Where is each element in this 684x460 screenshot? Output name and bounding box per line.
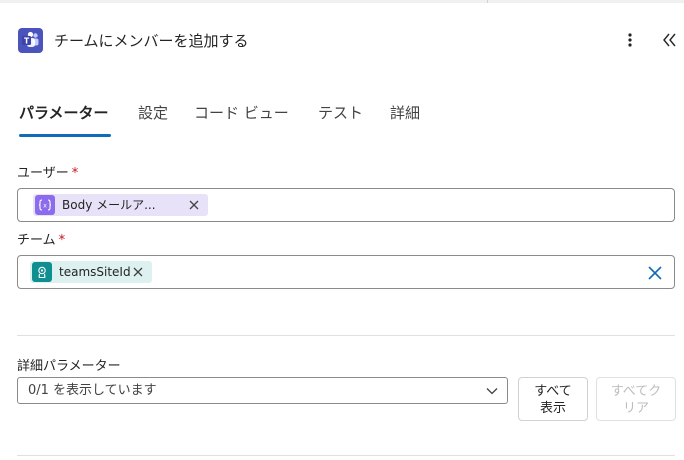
tab-parameters[interactable]: パラメーター bbox=[19, 102, 109, 124]
top-border bbox=[0, 0, 684, 3]
advanced-parameters-select[interactable]: 0/1 を表示しています bbox=[17, 377, 508, 404]
section-divider bbox=[17, 335, 675, 336]
active-tab-indicator bbox=[19, 134, 111, 137]
required-mark: * bbox=[58, 233, 66, 248]
action-title: チームにメンバーを追加する bbox=[54, 32, 249, 50]
remove-token-icon[interactable] bbox=[131, 265, 145, 279]
bottom-divider bbox=[17, 455, 675, 456]
action-header: T チームにメンバーを追加する bbox=[0, 24, 684, 58]
tab-details[interactable]: 詳細 bbox=[390, 102, 420, 124]
teams-icon: T bbox=[18, 28, 43, 53]
teams-site-icon bbox=[32, 262, 52, 282]
user-token[interactable]: x Body メールア... bbox=[33, 194, 208, 216]
tab-settings[interactable]: 設定 bbox=[138, 102, 168, 124]
collapse-panel-button[interactable] bbox=[659, 29, 681, 51]
required-mark: * bbox=[71, 166, 79, 181]
user-field-label: ユーザー * bbox=[17, 166, 79, 181]
tab-test[interactable]: テスト bbox=[318, 102, 363, 124]
double-chevron-left-icon bbox=[663, 33, 676, 47]
show-all-button[interactable]: すべて 表示 bbox=[518, 377, 588, 421]
advanced-parameters-label: 詳細パラメーター bbox=[17, 359, 121, 374]
advanced-parameters-value: 0/1 を表示しています bbox=[28, 383, 157, 398]
expression-icon: x bbox=[35, 195, 55, 215]
user-field[interactable]: x Body メールア... bbox=[17, 188, 675, 222]
svg-text:T: T bbox=[24, 37, 30, 46]
svg-text:x: x bbox=[43, 203, 47, 210]
clear-field-icon[interactable] bbox=[646, 264, 664, 282]
tab-code-view[interactable]: コード ビュー bbox=[194, 102, 289, 124]
tab-bar: パラメーター 設定 コード ビュー テスト 詳細 bbox=[0, 100, 684, 140]
user-token-label: Body メールア... bbox=[62, 198, 156, 212]
more-vertical-icon bbox=[628, 33, 632, 47]
team-field-label: チーム * bbox=[17, 233, 66, 248]
top-border-divider bbox=[487, 0, 488, 3]
chevron-down-icon bbox=[486, 388, 498, 395]
team-token[interactable]: teamsSiteId bbox=[30, 261, 152, 283]
team-field[interactable]: teamsSiteId bbox=[17, 255, 675, 289]
clear-all-button[interactable]: すべてク リア bbox=[596, 377, 676, 421]
remove-token-icon[interactable] bbox=[187, 198, 201, 212]
more-options-button[interactable] bbox=[619, 29, 641, 51]
team-token-label: teamsSiteId bbox=[59, 265, 131, 279]
